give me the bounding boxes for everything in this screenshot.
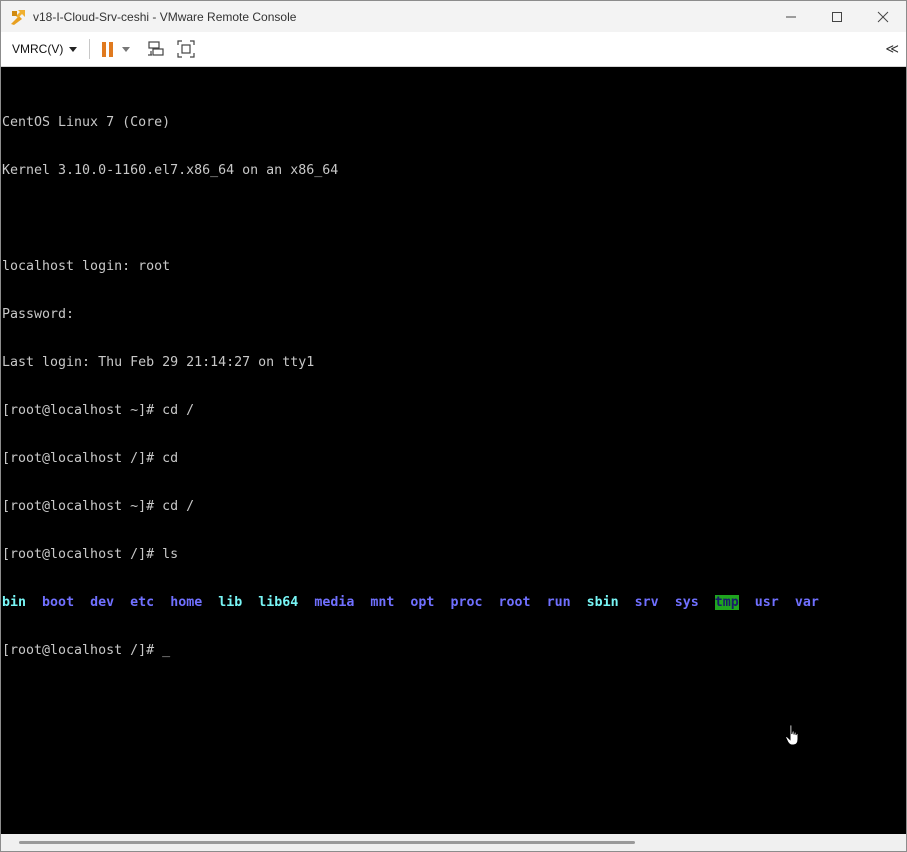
pause-dropdown-chevron-icon[interactable]	[122, 46, 131, 52]
title-bar[interactable]: v18-I-Cloud-Srv-ceshi - VMware Remote Co…	[1, 1, 906, 32]
ls-entry-srv: srv	[634, 595, 659, 610]
ls-separator	[354, 595, 370, 610]
ls-output-line: bin boot dev etc home lib lib64 media mn…	[2, 595, 819, 611]
ls-separator	[154, 595, 170, 610]
chevron-down-icon	[69, 46, 78, 52]
ls-separator	[619, 595, 635, 610]
ls-entry-opt: opt	[410, 595, 435, 610]
terminal-line: [root@localhost /]# ls	[2, 547, 179, 562]
close-icon	[877, 11, 889, 22]
vmware-vmrc-icon	[9, 8, 27, 26]
terminal-line: [root@localhost /]# cd	[2, 451, 179, 466]
ls-entry-var: var	[794, 595, 819, 610]
ls-separator	[114, 595, 130, 610]
maximize-icon	[832, 11, 842, 22]
double-chevron-left-icon[interactable]: ≪	[885, 41, 899, 57]
fullscreen-button[interactable]	[176, 39, 196, 59]
close-button[interactable]	[860, 1, 906, 32]
ls-separator	[659, 595, 675, 610]
terminal-line: [root@localhost ~]# cd /	[2, 499, 195, 514]
toolbar: VMRC(V) ≪	[1, 32, 906, 67]
terminal-line: localhost login: root	[2, 259, 171, 274]
ls-separator	[434, 595, 450, 610]
ls-entry-boot: boot	[42, 595, 75, 610]
ls-entry-bin: bin	[2, 595, 27, 610]
terminal-line: Last login: Thu Feb 29 21:14:27 on tty1	[2, 355, 315, 370]
terminal-cursor: _	[162, 643, 171, 658]
ls-entry-mnt: mnt	[370, 595, 395, 610]
ls-separator	[571, 595, 587, 610]
ls-separator	[394, 595, 410, 610]
minimize-icon	[786, 16, 796, 17]
minimize-button[interactable]	[768, 1, 814, 32]
ls-entry-sbin: sbin	[586, 595, 619, 610]
vmrc-menu-label: VMRC(V)	[12, 42, 64, 56]
terminal-prompt: [root@localhost /]#	[2, 643, 163, 658]
ls-entry-sys: sys	[674, 595, 699, 610]
window-controls	[768, 1, 906, 32]
ls-separator	[531, 595, 547, 610]
pause-button[interactable]	[102, 37, 131, 61]
terminal-line: Kernel 3.10.0-1160.el7.x86_64 on an x86_…	[2, 163, 339, 178]
window-title: v18-I-Cloud-Srv-ceshi - VMware Remote Co…	[33, 9, 297, 24]
ls-entry-proc: proc	[450, 595, 483, 610]
terminal-line: Password:	[2, 307, 75, 322]
ls-separator	[26, 595, 42, 610]
ls-entry-tmp: tmp	[714, 595, 739, 610]
ls-entry-usr: usr	[754, 595, 779, 610]
ls-separator	[298, 595, 314, 610]
terminal-output: CentOS Linux 7 (Core) Kernel 3.10.0-1160…	[2, 83, 819, 691]
ls-separator	[74, 595, 90, 610]
hand-pointer-icon	[785, 724, 799, 746]
vmrc-menu-button[interactable]: VMRC(V)	[12, 37, 78, 61]
ls-separator	[202, 595, 218, 610]
toolbar-divider	[89, 39, 91, 59]
horizontal-scrollbar[interactable]	[1, 834, 906, 851]
vmrc-window: v18-I-Cloud-Srv-ceshi - VMware Remote Co…	[0, 0, 907, 852]
fullscreen-icon	[177, 40, 195, 58]
vm-console-screen[interactable]: CentOS Linux 7 (Core) Kernel 3.10.0-1160…	[1, 67, 906, 834]
ls-separator	[483, 595, 499, 610]
ls-separator	[242, 595, 258, 610]
terminal-line: [root@localhost ~]# cd /	[2, 403, 195, 418]
ls-entry-run: run	[546, 595, 571, 610]
send-ctrl-alt-del-button[interactable]	[146, 39, 166, 59]
terminal-line: CentOS Linux 7 (Core)	[2, 115, 171, 130]
ls-entry-root: root	[498, 595, 531, 610]
send-ctrl-alt-del-icon	[148, 41, 164, 56]
ls-entry-dev: dev	[90, 595, 115, 610]
ls-separator	[699, 595, 715, 610]
ls-entry-media: media	[314, 595, 355, 610]
ls-entry-lib: lib	[218, 595, 243, 610]
maximize-button[interactable]	[814, 1, 860, 32]
terminal-prompt-line: [root@localhost /]# _	[2, 643, 819, 659]
ls-entry-home: home	[170, 595, 203, 610]
scrollbar-thumb[interactable]	[19, 841, 635, 844]
ls-entry-lib64: lib64	[258, 595, 299, 610]
ls-separator	[739, 595, 755, 610]
pause-icon	[102, 41, 114, 57]
ls-entry-etc: etc	[130, 595, 155, 610]
ls-separator	[779, 595, 795, 610]
